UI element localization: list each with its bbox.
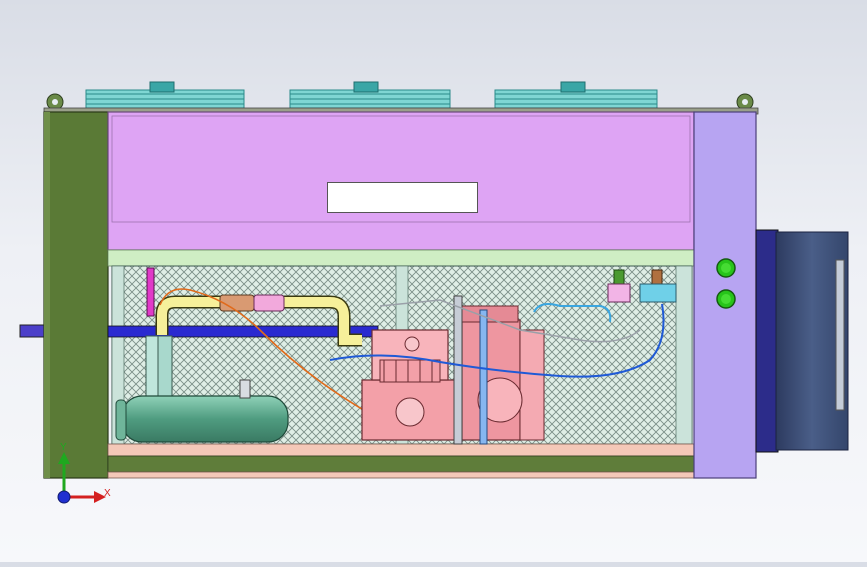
fan-guard-icon (289, 81, 451, 109)
x-axis-label: X (104, 488, 111, 499)
mesh-post (675, 265, 693, 445)
axis-triad-icon[interactable] (48, 440, 118, 510)
cad-viewport[interactable]: Y X (0, 0, 867, 562)
top-housing (107, 111, 695, 251)
y-axis-head (58, 452, 70, 464)
left-end-frame (43, 111, 109, 479)
indicator-lamp-icon (716, 258, 736, 278)
nameplate-label (327, 182, 478, 213)
y-axis-label: Y (60, 442, 67, 453)
riser-pipe (157, 335, 173, 397)
indicator-lamp-icon (716, 289, 736, 309)
condenser-flange (755, 229, 779, 453)
lifting-eye-icon (46, 93, 64, 111)
base-rail-lower (107, 471, 695, 479)
left-frame-edge (44, 112, 50, 478)
discharge-pipe (453, 295, 463, 445)
z-axis-dot (57, 490, 71, 504)
left-shaft (19, 324, 47, 338)
condenser-handle (835, 259, 845, 411)
fan-guard-icon (494, 81, 658, 109)
base-rail-upper (107, 443, 695, 457)
fan-guard-icon (85, 81, 245, 109)
upper-band (107, 249, 695, 267)
pink-pipe (146, 267, 155, 317)
discharge-pipe (479, 309, 488, 445)
base-rail-green (107, 455, 695, 473)
assembly-drawing (19, 81, 849, 479)
sight-glass (253, 294, 285, 312)
lifting-eye-icon (736, 93, 754, 111)
